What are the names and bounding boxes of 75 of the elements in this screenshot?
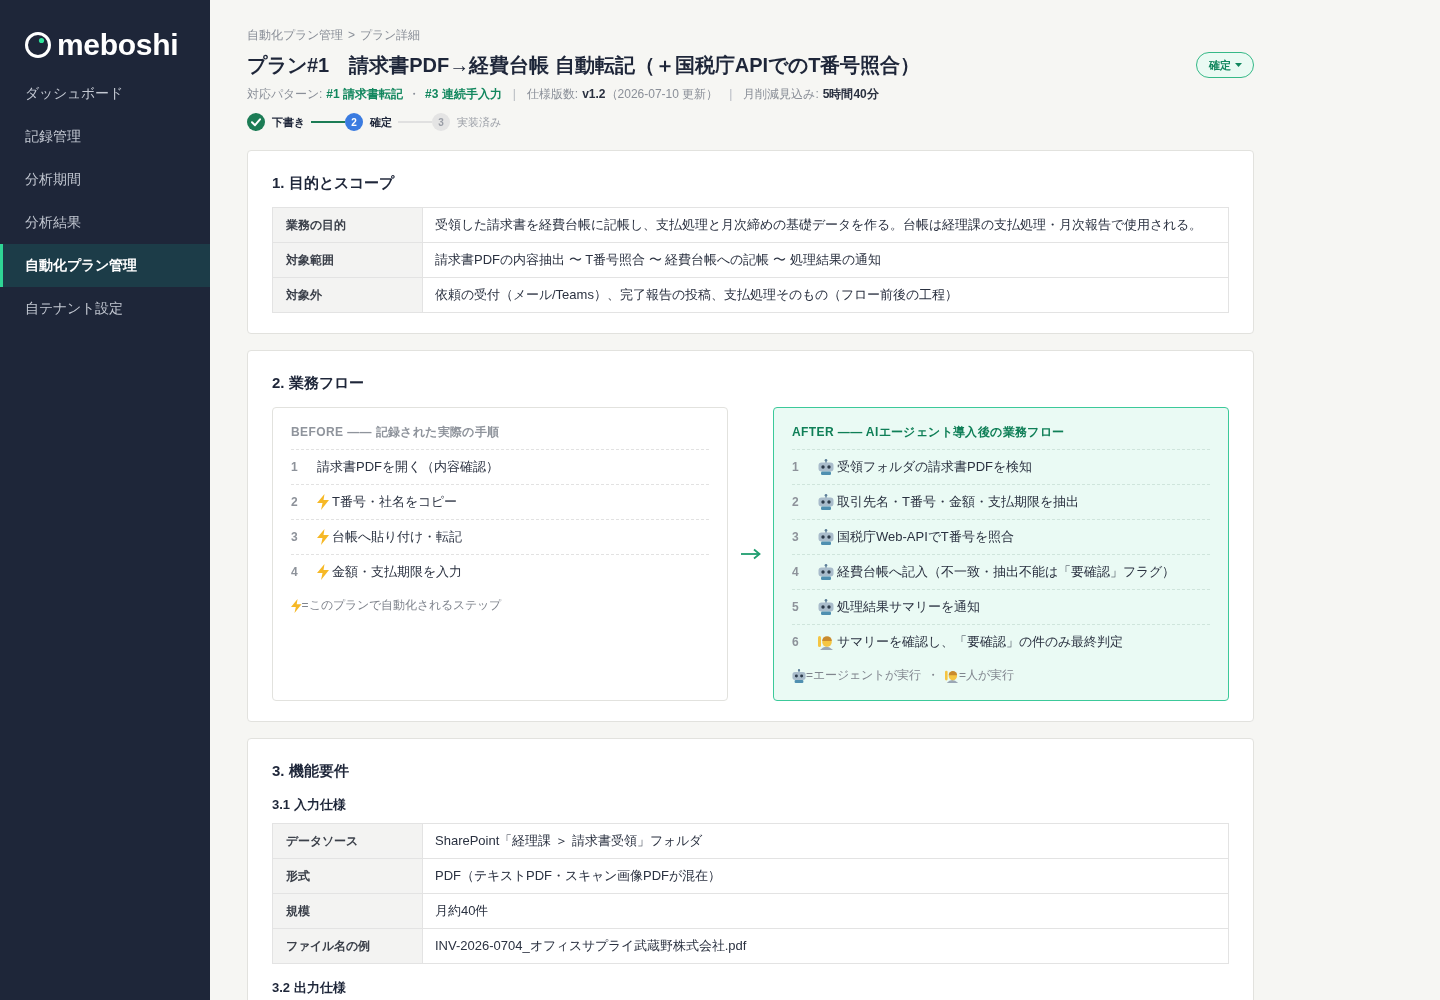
table-header-cell: 対象外 [272,277,423,313]
step-number: 1 [792,460,800,474]
panel-heading: BEFORE —— 記録された実際の手順 [291,424,501,440]
sidebar-item[interactable]: 分析結果 [0,201,210,244]
meta-note: （2026-07-10 更新） [605,86,719,103]
legend-text: =エージェントが実行 [806,667,921,684]
step-text: 処理結果サマリーを通知 [837,598,980,616]
meta-value: v1.2 [582,86,606,103]
step-text: 取引先名・T番号・金額・支払期限を抽出 [837,493,1079,511]
step-text: サマリーを確認し、「要確認」の件のみ最終判定 [837,633,1123,651]
breadcrumb-separator: > [348,27,355,44]
step-text: T番号・社名をコピー [332,493,457,511]
step-text: 受領フォルダの請求書PDFを検知 [837,458,1032,476]
pattern-link[interactable]: #1 請求書転記 [326,85,404,103]
table-header-cell: ファイル名の例 [272,928,423,964]
meta-separator: | [729,86,733,103]
meta-separator: ・ [408,86,421,103]
step-number: 2 [792,495,800,509]
step-number: 5 [792,600,800,614]
step-label: 確定 [370,114,392,130]
table-cell: 月約40件 [422,893,1229,929]
table-cell: PDF（テキストPDF・スキャン画像PDFが混在） [422,858,1229,894]
arrow-right-icon [740,548,761,560]
step-number: 4 [792,565,800,579]
status-dropdown-button[interactable]: 確定 [1196,52,1254,78]
step-number: 1 [291,460,299,474]
legend-separator: ・ [927,667,939,684]
legend-text: =人が実行 [959,667,1015,684]
section-title: 1. 目的とスコープ [272,173,396,193]
section-title: 3. 機能要件 [272,761,350,781]
subsection-title: 3.1 入力仕様 [272,796,347,814]
table-header-cell: データソース [272,823,423,859]
table-header-cell: 形式 [272,858,423,894]
meta-value: 5時間40分 [822,86,879,103]
step-label: 実装済み [457,114,501,130]
logo-icon [25,32,51,58]
step-number: 2 [345,113,363,131]
step-number: 4 [291,565,299,579]
table-header-cell: 業務の目的 [272,207,423,243]
step-text: 金額・支払期限を入力 [332,563,462,581]
sidebar-item[interactable]: ダッシュボード [0,72,210,115]
step-text: 国税庁Web-APIでT番号を照合 [837,528,1014,546]
step-text: 経費台帳へ記入（不一致・抽出不能は「要確認」フラグ） [837,563,1175,581]
meta-separator: | [512,86,516,103]
step-number: 3 [792,530,800,544]
step-label: 下書き [272,114,305,130]
step-number: 3 [432,113,450,131]
section-title: 2. 業務フロー [272,373,365,393]
step-text: 台帳へ貼り付け・転記 [332,528,462,546]
sidebar-item[interactable]: 記録管理 [0,115,210,158]
sidebar-item[interactable]: 自動化プラン管理 [0,244,210,287]
step-number: 6 [792,635,800,649]
panel-heading: AFTER —— AIエージェント導入後の業務フロー [792,424,1066,440]
step-number: 2 [291,495,299,509]
meta-label: 仕様版数: [526,86,579,103]
table-header-cell: 規模 [272,893,423,929]
subsection-title: 3.2 出力仕様 [272,979,347,997]
pattern-link[interactable]: #3 連続手入力 [425,85,502,103]
table-cell: 請求書PDFの内容抽出 〜 T番号照合 〜 経費台帳への記帳 〜 処理結果の通知 [422,242,1229,278]
caret-icon [1235,63,1242,67]
table-cell: INV-2026-0704_オフィスサプライ武蔵野株式会社.pdf [422,928,1229,964]
table-cell: 受領した請求書を経費台帳に記帳し、支払処理と月次締めの基礎データを作る。台帳は経理課の支払処理・月次報告で使用される。 [422,207,1229,243]
sidebar-item[interactable]: 自テナント設定 [0,287,210,330]
step-number: 3 [291,530,299,544]
meta-label: 対応パターン: [247,86,323,103]
step-text: 請求書PDFを開く（内容確認） [317,458,499,476]
meta-label: 月削減見込み: [743,86,819,103]
table-cell: 依頼の受付（メール/Teams）、完了報告の投稿、支払処理そのもの（フロー前後の工程） [422,277,1229,313]
table-cell: SharePoint「経理課 ＞ 請求書受領」フォルダ [422,823,1229,859]
legend-text: =このプランで自動化されるステップ [301,597,501,614]
table-header-cell: 対象範囲 [272,242,423,278]
logo-text: meboshi [57,31,179,59]
page-title: プラン#1 請求書PDF→経費台帳 自動転記（＋国税庁APIでのT番号照合） [247,53,921,78]
breadcrumb-current: プラン詳細 [360,27,420,44]
sidebar-item[interactable]: 分析期間 [0,158,210,201]
